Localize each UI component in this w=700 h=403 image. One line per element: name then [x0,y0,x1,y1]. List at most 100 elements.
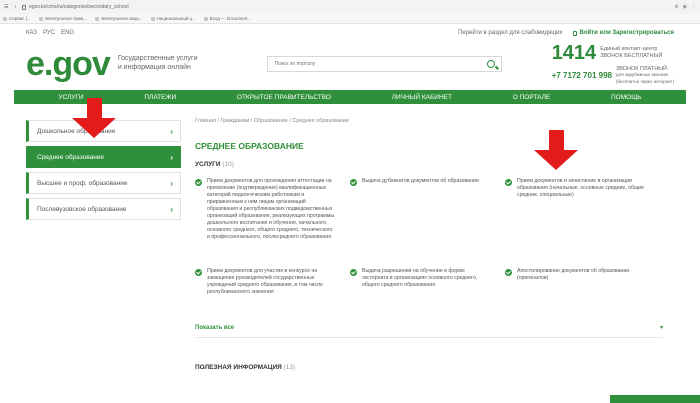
services-grid: Прием документов для прохождения аттеста… [195,178,663,320]
site-header: e.gov Государственные услуги и информаци… [0,38,700,90]
bookmark-icon [203,16,208,21]
extensions-icon[interactable]: ⊕ [674,4,678,10]
chevron-right-icon: › [170,204,173,214]
search-input[interactable] [274,61,488,67]
bookmark-item[interactable]: Электронное акци... [94,16,143,21]
floating-button[interactable] [610,395,700,403]
chevron-right-icon: › [170,152,173,162]
bookmark-item[interactable]: Национальный ц... [150,16,196,21]
bookmark-label: Электронное акци... [100,16,143,21]
content: Дошкольное образование › Среднее образов… [0,98,700,371]
profile-icon[interactable]: ◉ [683,4,687,10]
sidebar-item-secondary[interactable]: Среднее образование › [26,146,181,168]
sidebar-item-label: Высшее и проф. образование [37,179,128,187]
bookmark-item[interactable]: Электронное прав... [38,16,87,21]
sidebar-item-label: Послевузовское образование [37,205,127,213]
sidebar-item-higher[interactable]: Высшее и проф. образование › [26,172,181,194]
arrow-shaft [548,130,564,150]
chevron-right-icon: › [170,126,173,136]
site-topbar: КАЗ РУС ENG Перейти в раздел для слабови… [0,28,700,38]
nav-payments[interactable]: ПЛАТЕЖИ [144,94,176,101]
service-item[interactable]: Прием документов и зачисление в организа… [505,178,663,268]
services-heading: УСЛУГИ (10) [195,161,663,168]
bookmark-item[interactable]: Сервис |... [3,16,31,21]
service-label: Прием документов для участия в конкурсе … [207,268,323,296]
show-all-link[interactable]: Показать все [195,325,234,331]
check-icon [505,269,512,276]
logo[interactable]: e.gov Государственные услуги и информаци… [26,47,197,81]
arrow-head [534,150,578,170]
browser-toolbar: ☰ › egov.kz/cms/ru/categories/secondary_… [0,0,700,14]
nav-help[interactable]: ПОМОЩЬ [611,94,642,101]
useful-info-count: (13) [283,364,296,371]
arrow-head [72,118,116,138]
bookmark-label: Электронное прав... [44,16,87,21]
check-icon [350,179,357,186]
nav-about[interactable]: О ПОРТАЛЕ [513,94,550,101]
contact-number[interactable]: 1414 [552,43,597,63]
browser-tools: ⊕ ◉ ⋮ [674,4,696,10]
contact-phone[interactable]: +7 7172 701 998 [552,71,612,80]
contact-desc-line: ЗВОНОК ПЛАТНЫЙ [615,65,667,72]
lang-eng[interactable]: ENG [61,30,74,36]
service-item[interactable]: Выдача разрешения на обучение в форме эк… [350,268,505,320]
forward-icon[interactable]: › [14,4,16,10]
language-switcher: КАЗ РУС ENG [26,30,74,36]
logo-description: Государственные услуги и информация онла… [118,55,198,73]
login-label: Войти или Зарегистрироваться [579,30,675,36]
page-title: СРЕДНЕЕ ОБРАЗОВАНИЕ [195,141,304,151]
service-item[interactable]: Выдача дубликатов документов об образова… [350,178,505,268]
bookmark-icon [94,16,99,21]
check-icon [195,269,202,276]
bookmark-icon [150,16,155,21]
menu-icon[interactable]: ☰ [4,4,8,10]
useful-info-heading: ПОЛЕЗНАЯ ИНФОРМАЦИЯ (13) [195,364,663,371]
service-item[interactable]: Прием документов для прохождения аттеста… [195,178,350,268]
search-icon[interactable] [487,60,496,68]
login-link[interactable]: Войти или Зарегистрироваться [572,30,675,36]
nav-open-government[interactable]: ОТКРЫТОЕ ПРАВИТЕЛЬСТВО [237,94,331,101]
lang-rus[interactable]: РУС [43,30,55,36]
accessibility-link[interactable]: Перейти в раздел для слабовидящих [458,30,562,36]
check-icon [505,179,512,186]
services-heading-label: УСЛУГИ [195,161,221,168]
logo-desc-line: Государственные услуги [117,55,198,63]
bookmark-label: Вход — Document... [209,16,252,21]
service-item[interactable]: Апостилирование документов об образовани… [505,268,663,320]
bookmarks-bar: Сервис |... Электронное прав... Электрон… [0,14,700,24]
lang-kaz[interactable]: КАЗ [26,30,37,36]
service-label: Выдача разрешения на обучение в форме эк… [362,268,478,289]
lock-icon [22,4,27,10]
bookmark-icon [38,16,43,21]
chevron-right-icon: › [170,178,173,188]
sidebar-item-label: Среднее образование [37,153,105,161]
services-count: (10) [222,161,234,168]
service-label: Апостилирование документов об образовани… [517,268,630,282]
contact-desc: ЗВОНОК ПЛАТНЫЙ для зарубежных звонков (б… [616,66,674,86]
annotation-arrow-icon [72,98,116,138]
breadcrumb[interactable]: Главная / Гражданам / Образование / Сред… [195,118,663,124]
chevron-down-icon[interactable]: ▾ [660,324,663,331]
bookmark-item[interactable]: Вход — Document... [203,16,252,21]
bookmark-label: Сервис |... [9,16,31,21]
service-label: Выдача дубликатов документов об образова… [362,178,479,184]
useful-info-label: ПОЛЕЗНАЯ ИНФОРМАЦИЯ [195,364,282,371]
contact-center: 1414 Единый контакт-центр ЗВОНОК БЕСПЛАТ… [552,43,674,86]
contact-desc: Единый контакт-центр ЗВОНОК БЕСПЛАТНЫЙ [600,46,662,59]
nav-personal-account[interactable]: ЛИЧНЫЙ КАБИНЕТ [392,94,452,101]
service-item[interactable]: Прием документов для участия в конкурсе … [195,268,350,320]
main-content: Главная / Гражданам / Образование / Сред… [195,118,663,371]
contact-desc-line: Единый контакт-центр [600,46,658,53]
category-sidebar: Дошкольное образование › Среднее образов… [26,120,181,371]
address-bar[interactable]: egov.kz/cms/ru/categories/secondary_scho… [22,4,668,10]
contact-paid: +7 7172 701 998 ЗВОНОК ПЛАТНЫЙ для заруб… [552,66,674,86]
sidebar-item-postgraduate[interactable]: Послевузовское образование › [26,198,181,220]
more-icon[interactable]: ⋮ [691,4,696,10]
lock-icon [572,30,577,36]
search-box [267,56,503,72]
contact-desc-line: (бесплатно через интернет) [615,78,674,84]
check-icon [195,179,202,186]
service-label: Прием документов и зачисление в организа… [517,178,645,199]
annotation-arrow-icon [534,130,578,170]
arrow-shaft [86,98,102,118]
